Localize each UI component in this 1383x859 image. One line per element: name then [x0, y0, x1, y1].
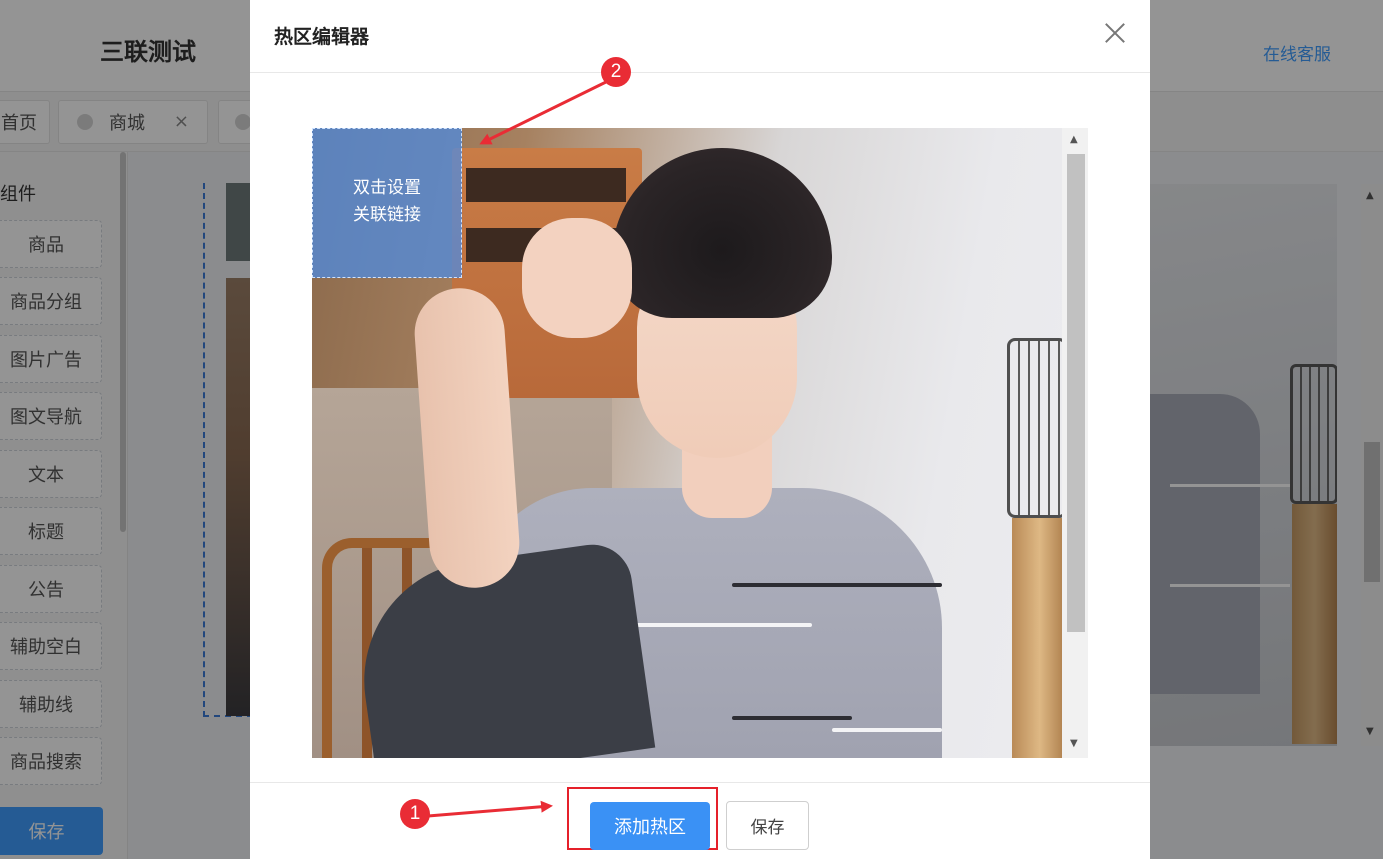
scroll-up-icon[interactable]: ▲: [1070, 134, 1078, 145]
image-scrollbar[interactable]: ▲ ▼: [1062, 128, 1088, 758]
photo-detail: [832, 728, 942, 732]
scroll-thumb[interactable]: [1067, 154, 1085, 632]
save-button[interactable]: 保存: [726, 801, 809, 850]
photo-detail: [1012, 518, 1062, 758]
photo-detail: [612, 623, 812, 627]
photo-detail: [466, 168, 626, 202]
photo-detail: [732, 716, 852, 720]
photo-detail: [522, 218, 632, 338]
hotspot-text-line2: 关联链接: [353, 205, 421, 225]
add-hotspot-button[interactable]: 添加热区: [590, 802, 710, 850]
photo-detail: [732, 583, 942, 587]
annotation-badge-2: 2: [601, 57, 631, 87]
hotspot-image-area: 双击设置 关联链接 ▲ ▼: [312, 128, 1088, 758]
scroll-down-icon[interactable]: ▼: [1070, 738, 1078, 749]
dialog-title: 热区编辑器: [274, 26, 370, 48]
photo-detail: [1007, 338, 1062, 518]
dialog-header: 热区编辑器: [250, 0, 1150, 73]
photo-detail: [612, 148, 832, 318]
hotspot-region[interactable]: 双击设置 关联链接: [312, 128, 462, 278]
hotspot-text-line1: 双击设置: [353, 178, 421, 198]
close-icon[interactable]: [1102, 20, 1128, 46]
annotation-badge-1: 1: [400, 799, 430, 829]
hotspot-base-image[interactable]: 双击设置 关联链接: [312, 128, 1062, 758]
hotspot-editor-dialog: 热区编辑器 双击设置 关联链接 ▲ ▼ 添加热区 保存: [250, 0, 1150, 859]
